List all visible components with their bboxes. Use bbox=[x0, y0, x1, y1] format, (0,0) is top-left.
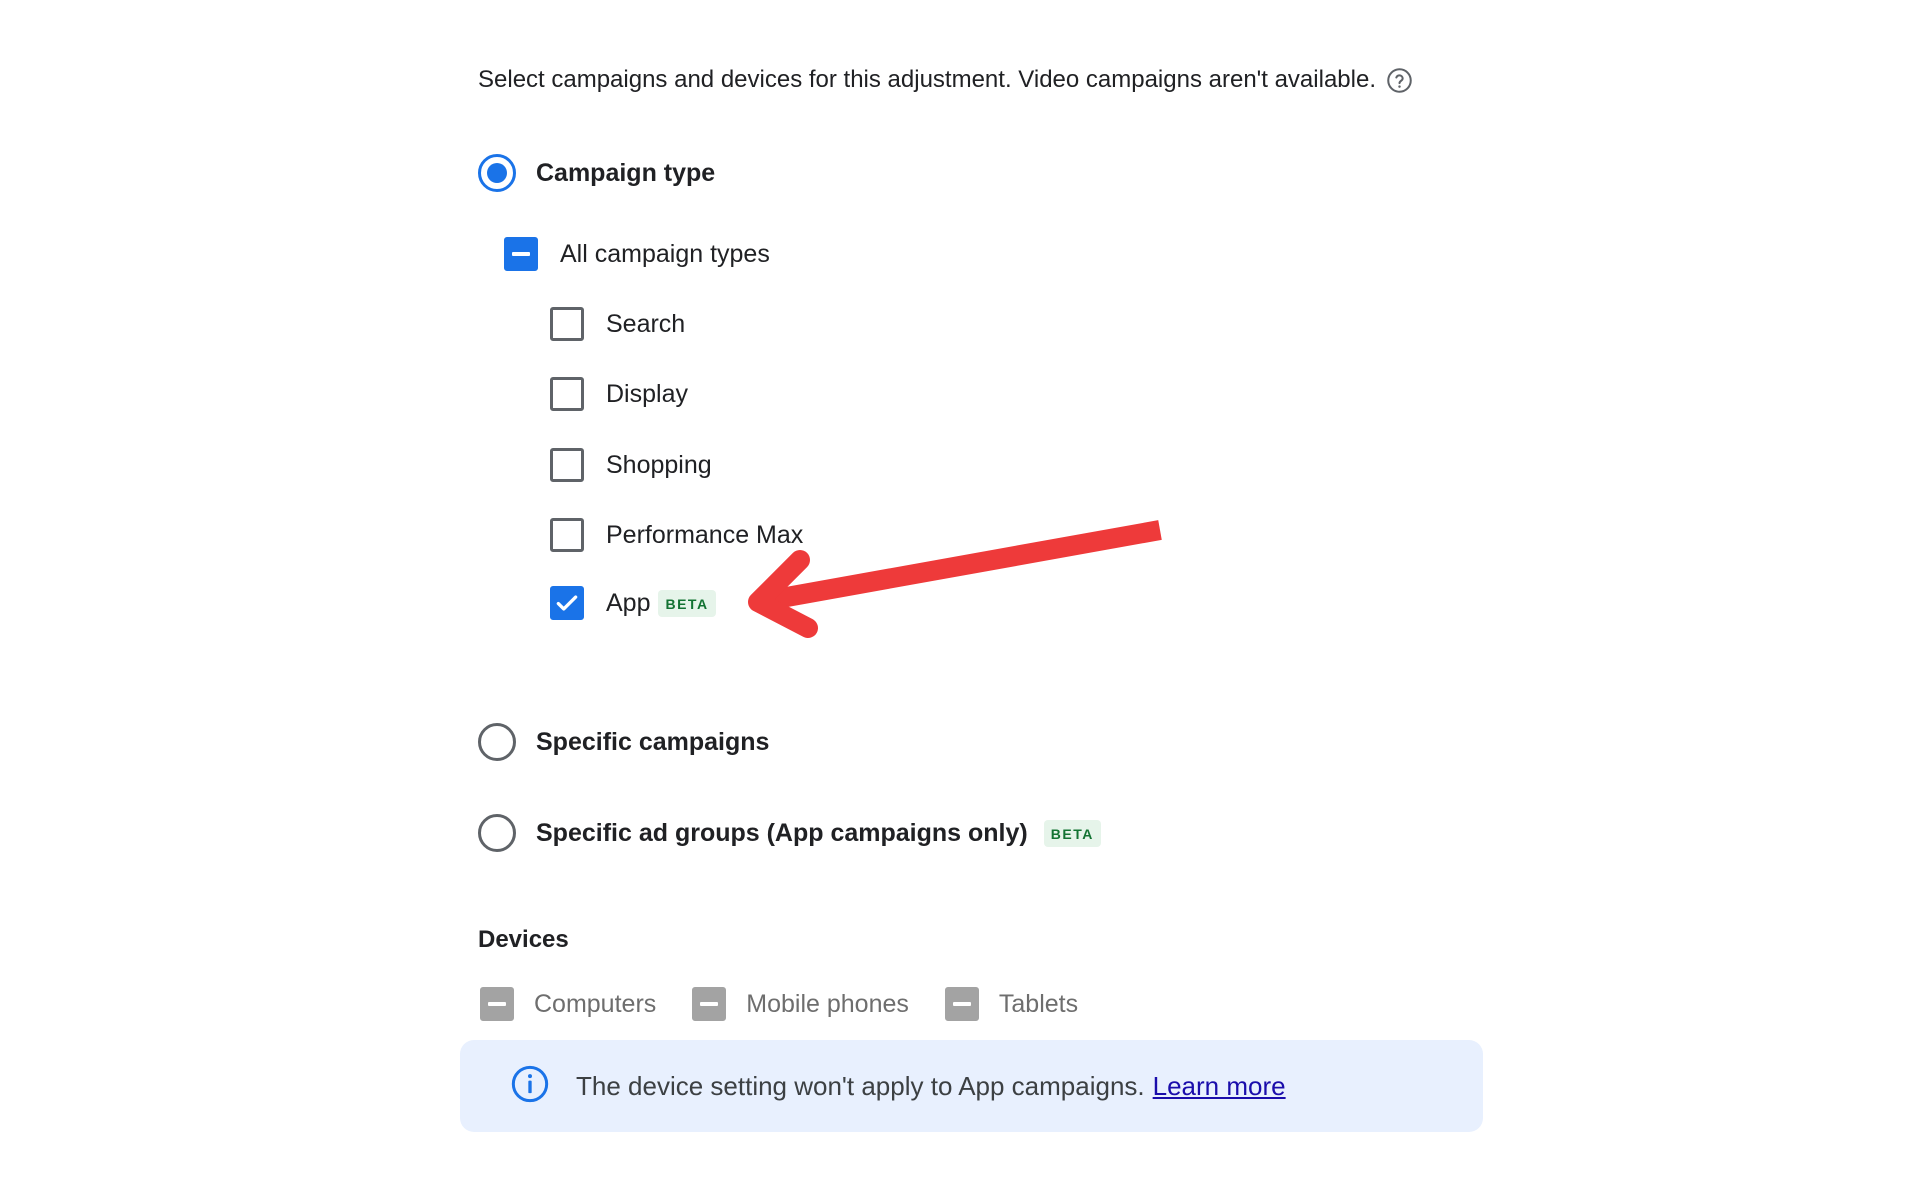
radio-campaign-type-label: Campaign type bbox=[536, 158, 716, 187]
minus-icon bbox=[488, 1002, 506, 1006]
intro-text: Select campaigns and devices for this ad… bbox=[478, 66, 1376, 93]
radio-specific-campaigns[interactable] bbox=[478, 723, 516, 761]
devices-title: Devices bbox=[478, 926, 569, 953]
radio-specific-campaigns-label: Specific campaigns bbox=[536, 727, 770, 756]
radio-specific-ad-groups[interactable] bbox=[478, 814, 516, 852]
checkbox-app-label: App bbox=[606, 588, 651, 617]
radio-specific-ad-groups-row[interactable]: Specific ad groups (App campaigns only) … bbox=[478, 814, 1101, 852]
help-circle-icon[interactable] bbox=[1386, 67, 1413, 94]
checkbox-display[interactable] bbox=[550, 377, 584, 411]
radio-campaign-type-row[interactable]: Campaign type bbox=[478, 154, 715, 192]
info-text: The device setting won't apply to App ca… bbox=[576, 1070, 1145, 1101]
checkbox-shopping-label: Shopping bbox=[606, 450, 712, 479]
checkbox-tablets-label: Tablets bbox=[998, 989, 1079, 1018]
beta-badge: BETA bbox=[658, 589, 716, 617]
learn-more-link[interactable]: Learn more bbox=[1153, 1071, 1286, 1101]
radio-specific-ad-groups-label: Specific ad groups (App campaigns only) bbox=[536, 818, 1028, 847]
checkbox-all-campaign-types[interactable] bbox=[504, 237, 538, 271]
info-text-row: The device setting won't apply to App ca… bbox=[576, 1071, 1286, 1102]
checkbox-search[interactable] bbox=[550, 307, 584, 341]
beta-badge: BETA bbox=[1043, 819, 1101, 847]
checkbox-shopping[interactable] bbox=[550, 448, 584, 482]
radio-dot bbox=[487, 163, 507, 183]
checkbox-mobile-phones-label: Mobile phones bbox=[746, 989, 909, 1018]
radio-specific-campaigns-row[interactable]: Specific campaigns bbox=[478, 723, 769, 761]
checkbox-search-label: Search bbox=[606, 309, 686, 338]
checkbox-performance-max-row[interactable]: Performance Max bbox=[550, 518, 803, 552]
checkbox-display-label: Display bbox=[606, 379, 688, 408]
checkbox-all-campaign-types-row[interactable]: All campaign types bbox=[504, 237, 770, 271]
checkbox-mobile-phones[interactable] bbox=[692, 987, 727, 1021]
info-banner: The device setting won't apply to App ca… bbox=[460, 1040, 1483, 1132]
info-icon bbox=[510, 1064, 550, 1109]
check-icon bbox=[556, 595, 578, 611]
intro-text-row: Select campaigns and devices for this ad… bbox=[478, 62, 1413, 98]
minus-icon bbox=[700, 1002, 719, 1006]
checkbox-all-campaign-types-label: All campaign types bbox=[560, 239, 770, 268]
checkbox-computers[interactable] bbox=[480, 987, 514, 1021]
checkbox-performance-max-label: Performance Max bbox=[606, 520, 804, 549]
page: Select campaigns and devices for this ad… bbox=[0, 0, 1920, 1200]
radio-campaign-type[interactable] bbox=[478, 154, 516, 192]
minus-icon bbox=[512, 252, 530, 256]
checkbox-app[interactable] bbox=[550, 586, 584, 620]
checkbox-display-row[interactable]: Display bbox=[550, 377, 688, 411]
checkbox-shopping-row[interactable]: Shopping bbox=[550, 448, 712, 482]
devices-row: Computers Mobile phones Tablets bbox=[480, 987, 1114, 1021]
checkbox-app-row[interactable]: App BETA bbox=[550, 586, 716, 620]
checkbox-computers-label: Computers bbox=[534, 989, 657, 1018]
minus-icon bbox=[952, 1002, 971, 1006]
checkbox-performance-max[interactable] bbox=[550, 518, 584, 552]
checkbox-search-row[interactable]: Search bbox=[550, 307, 685, 341]
checkbox-tablets[interactable] bbox=[944, 987, 979, 1021]
